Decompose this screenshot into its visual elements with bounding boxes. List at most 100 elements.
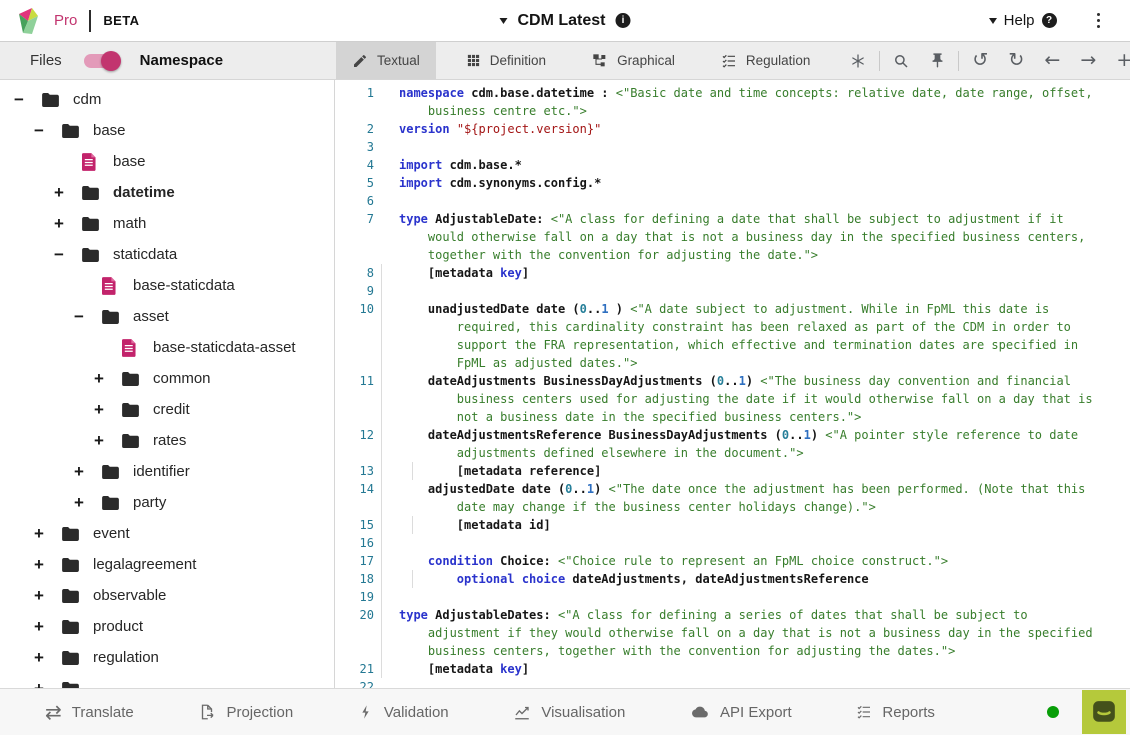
translate-action[interactable]: ⇄Translate: [45, 702, 134, 722]
tree-item-common[interactable]: +common: [0, 363, 334, 394]
expand-icon[interactable]: +: [34, 617, 62, 637]
code-row[interactable]: 16: [335, 534, 1130, 552]
tree-item-product[interactable]: +product: [0, 611, 334, 642]
file-icon: [82, 153, 100, 171]
code-row[interactable]: 21 [metadata key]: [335, 660, 1130, 678]
expand-icon[interactable]: +: [54, 214, 82, 234]
expand-icon[interactable]: +: [94, 400, 122, 420]
tree-item-staticdata[interactable]: −staticdata: [0, 239, 334, 270]
redo-button[interactable]: ↻: [998, 45, 1034, 76]
expand-icon[interactable]: +: [94, 369, 122, 389]
collapse-icon[interactable]: −: [34, 121, 62, 141]
code-row[interactable]: 3: [335, 138, 1130, 156]
code-row[interactable]: 6: [335, 192, 1130, 210]
code-row[interactable]: 4import cdm.base.*: [335, 156, 1130, 174]
expand-icon[interactable]: +: [74, 462, 102, 482]
api-export-action[interactable]: API Export: [690, 702, 792, 722]
tree-item-rates[interactable]: +rates: [0, 425, 334, 456]
tree-item-cdm[interactable]: −cdm: [0, 84, 334, 115]
tree-item-math[interactable]: +math: [0, 208, 334, 239]
code-row[interactable]: 12 dateAdjustmentsReference BusinessDayA…: [335, 426, 1130, 444]
code-row[interactable]: 13 [metadata reference]: [335, 462, 1130, 480]
tree-item-regulation[interactable]: +regulation: [0, 642, 334, 673]
expand-icon[interactable]: +: [34, 555, 62, 575]
code-row[interactable]: date may change if the business center h…: [335, 498, 1130, 516]
visualisation-action[interactable]: Visualisation: [513, 702, 625, 722]
code-row[interactable]: adjustments defined elsewhere in the doc…: [335, 444, 1130, 462]
code-row[interactable]: 9: [335, 282, 1130, 300]
undo-button[interactable]: ↺: [962, 45, 998, 76]
code-editor[interactable]: 1namespace cdm.base.datetime : <"Basic d…: [335, 80, 1130, 688]
expand-icon[interactable]: +: [94, 431, 122, 451]
code-row[interactable]: business centre etc.">: [335, 102, 1130, 120]
tree-item-event[interactable]: +event: [0, 518, 334, 549]
tab-graphical[interactable]: Graphical: [576, 42, 691, 79]
files-namespace-toggle[interactable]: [84, 54, 118, 68]
expand-icon[interactable]: +: [54, 183, 82, 203]
code-row[interactable]: 18 optional choice dateAdjustments, date…: [335, 570, 1130, 588]
tab-regulation[interactable]: Regulation: [705, 42, 827, 79]
asterisk-button[interactable]: [840, 45, 876, 76]
code-row[interactable]: required, this cardinality constraint ha…: [335, 318, 1130, 336]
collapse-icon[interactable]: −: [74, 307, 102, 327]
code-row[interactable]: 7type AdjustableDate: <"A class for defi…: [335, 210, 1130, 228]
brand[interactable]: Pro BETA: [0, 7, 139, 35]
code-row[interactable]: 17 condition Choice: <"Choice rule to re…: [335, 552, 1130, 570]
search-button[interactable]: [883, 45, 919, 76]
code-row[interactable]: would otherwise fall on a day that is no…: [335, 228, 1130, 246]
collapse-icon[interactable]: −: [14, 90, 42, 110]
tab-textual[interactable]: Textual: [336, 42, 436, 79]
info-icon[interactable]: i: [616, 13, 631, 28]
code-row[interactable]: adjustment if they would otherwise fall …: [335, 624, 1130, 642]
tree-item-identifier[interactable]: +identifier: [0, 456, 334, 487]
expand-icon[interactable]: +: [74, 493, 102, 513]
tree-item-base-staticdata[interactable]: base-staticdata: [0, 270, 334, 301]
help-menu[interactable]: Help ?: [989, 12, 1057, 29]
code-row[interactable]: 22: [335, 678, 1130, 688]
code-row[interactable]: 5import cdm.synonyms.config.*: [335, 174, 1130, 192]
tree-item-asset[interactable]: −asset: [0, 301, 334, 332]
tree-item-base-staticdata-asset[interactable]: base-staticdata-asset: [0, 332, 334, 363]
tree-item-legalagreement[interactable]: +legalagreement: [0, 549, 334, 580]
intercom-launcher[interactable]: [1082, 690, 1126, 734]
code-row[interactable]: 11 dateAdjustments BusinessDayAdjustment…: [335, 372, 1130, 390]
back-button[interactable]: ←: [1034, 45, 1070, 76]
expand-icon[interactable]: +: [34, 648, 62, 668]
tree-item-partial[interactable]: +: [0, 673, 334, 688]
expand-icon[interactable]: +: [34, 524, 62, 544]
forward-button[interactable]: →: [1070, 45, 1106, 76]
code-row[interactable]: 20type AdjustableDates: <"A class for de…: [335, 606, 1130, 624]
tree-item-party[interactable]: +party: [0, 487, 334, 518]
tree-item-credit[interactable]: +credit: [0, 394, 334, 425]
code-row[interactable]: 14 adjustedDate date (0..1) <"The date o…: [335, 480, 1130, 498]
reports-action[interactable]: Reports: [856, 702, 935, 722]
code-row[interactable]: 8 [metadata key]: [335, 264, 1130, 282]
code-row[interactable]: 15 [metadata id]: [335, 516, 1130, 534]
tree-item-base[interactable]: −base: [0, 115, 334, 146]
tree-item-observable[interactable]: +observable: [0, 580, 334, 611]
workspace-selector[interactable]: CDM Latest i: [499, 12, 630, 30]
code-row[interactable]: not a business date in the specified bus…: [335, 408, 1130, 426]
code-row[interactable]: support the FRA representation, which ef…: [335, 336, 1130, 354]
indent-guide: [412, 570, 413, 588]
pin-button[interactable]: [919, 45, 955, 76]
collapse-icon[interactable]: −: [54, 245, 82, 265]
line-number: 1: [335, 84, 374, 102]
code-row[interactable]: together with the convention for adjusti…: [335, 246, 1130, 264]
tree-item-datetime[interactable]: +datetime: [0, 177, 334, 208]
code-row[interactable]: business centers used for adjusting the …: [335, 390, 1130, 408]
code-row[interactable]: business centers, together with the conv…: [335, 642, 1130, 660]
code-row[interactable]: FpML as adjusted dates.">: [335, 354, 1130, 372]
validation-action[interactable]: Validation: [358, 702, 449, 722]
code-row[interactable]: 1namespace cdm.base.datetime : <"Basic d…: [335, 84, 1130, 102]
expand-icon[interactable]: +: [34, 586, 62, 606]
code-row[interactable]: 10 unadjustedDate date (0..1 ) <"A date …: [335, 300, 1130, 318]
tree-item-base[interactable]: base: [0, 146, 334, 177]
kebab-menu-icon[interactable]: [1093, 9, 1105, 33]
code-row[interactable]: 19: [335, 588, 1130, 606]
code-row[interactable]: 2version "${project.version}": [335, 120, 1130, 138]
projection-action[interactable]: Projection: [198, 702, 293, 722]
tab-definition[interactable]: Definition: [450, 42, 562, 79]
expand-icon[interactable]: +: [34, 679, 62, 689]
zoom-in-button[interactable]: +: [1106, 45, 1130, 76]
